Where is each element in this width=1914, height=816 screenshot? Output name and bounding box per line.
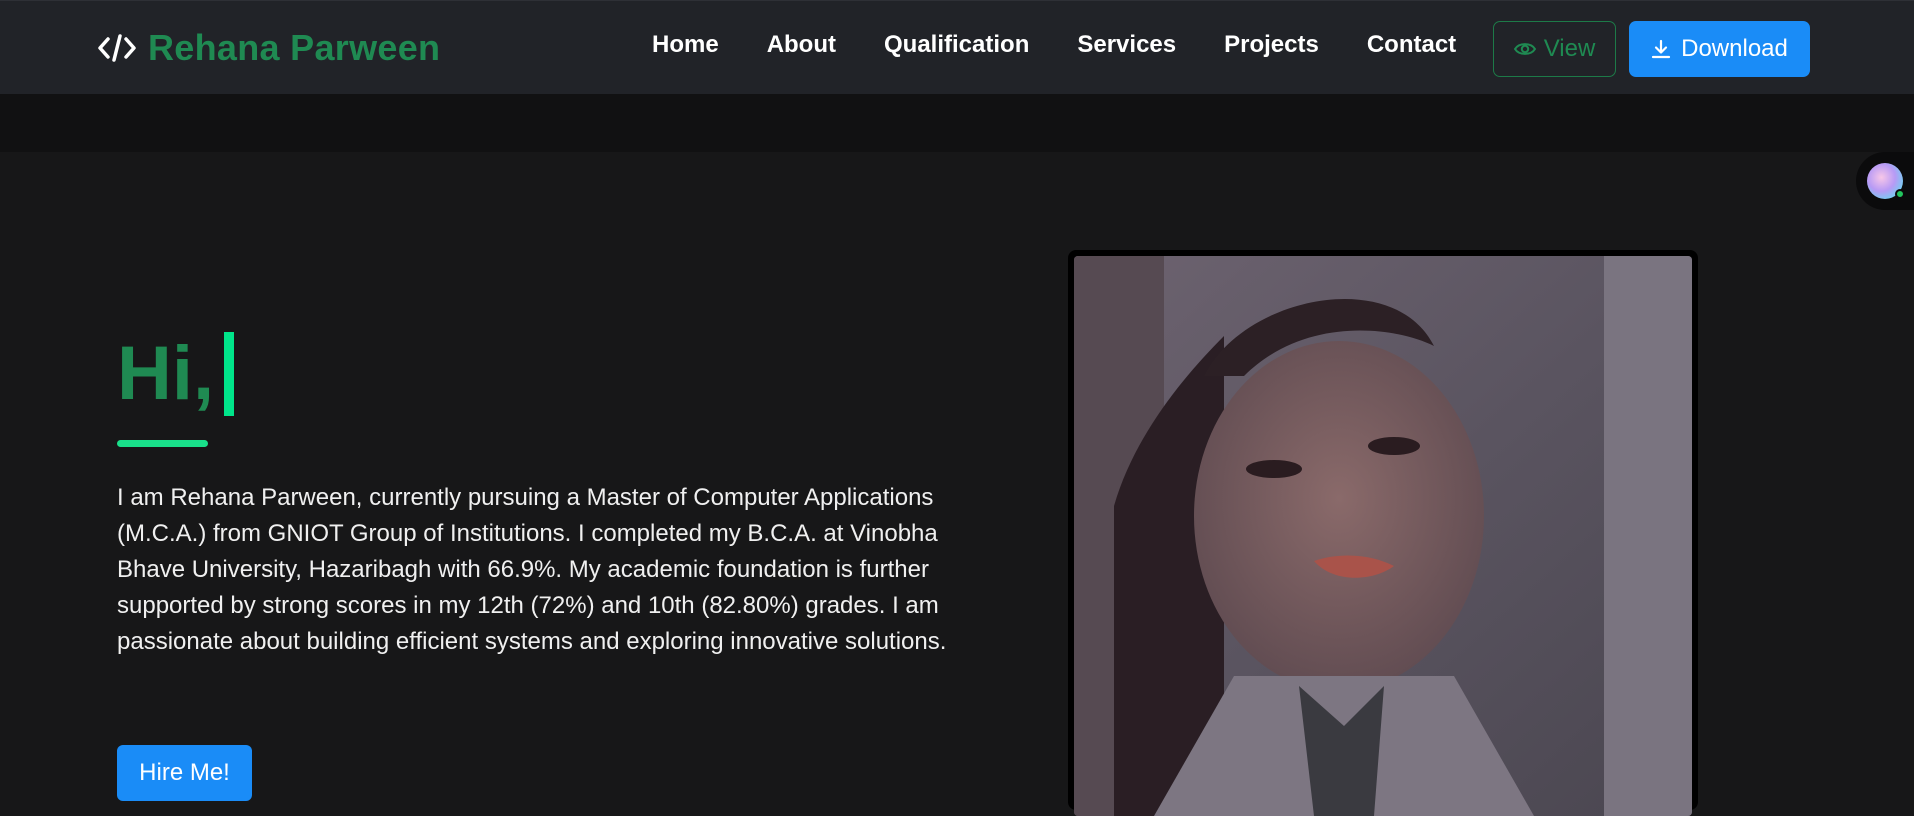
navbar: Rehana Parween Home About Qualification …	[0, 0, 1914, 94]
nav-link-home[interactable]: Home	[652, 31, 719, 59]
nav-link-projects[interactable]: Projects	[1224, 31, 1319, 59]
brand-name: Rehana Parween	[148, 27, 441, 68]
hero-greeting: Hi,	[117, 331, 235, 416]
greeting-underline	[117, 440, 208, 447]
view-button[interactable]: View	[1493, 21, 1616, 77]
brand[interactable]: Rehana Parween	[98, 27, 441, 68]
typing-cursor	[224, 332, 235, 416]
code-icon	[98, 34, 136, 62]
nav-link-services[interactable]: Services	[1077, 31, 1176, 59]
view-button-label: View	[1543, 35, 1596, 62]
nav-link-qualification[interactable]: Qualification	[884, 31, 1029, 59]
download-button[interactable]: Download	[1629, 21, 1810, 77]
nav-link-contact[interactable]: Contact	[1367, 31, 1456, 59]
eye-icon	[1513, 43, 1536, 55]
profile-photo	[1074, 256, 1692, 816]
online-status-dot	[1895, 189, 1905, 199]
greeting-text: Hi,	[117, 331, 215, 416]
avatar	[1867, 163, 1905, 199]
profile-photo-image	[1074, 256, 1692, 816]
download-icon	[1652, 39, 1671, 59]
chat-avatar-tab[interactable]	[1856, 152, 1914, 210]
download-button-label: Download	[1681, 35, 1788, 62]
hero-intro-text: I am Rehana Parween, currently pursuing …	[117, 484, 947, 655]
header-band	[0, 94, 1914, 152]
nav-links: Home About Qualification Services Projec…	[652, 31, 1456, 59]
hire-me-button[interactable]: Hire Me!	[117, 745, 252, 801]
nav-link-about[interactable]: About	[767, 31, 836, 59]
profile-photo-frame	[1068, 250, 1698, 816]
